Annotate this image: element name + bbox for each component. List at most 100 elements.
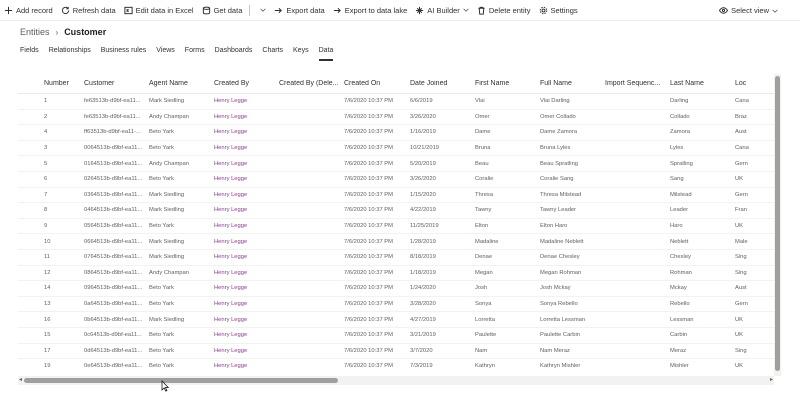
column-header[interactable]: Created By (Dele... <box>279 80 344 87</box>
column-header[interactable]: Agent Name <box>149 80 214 87</box>
scroll-right-icon[interactable]: ▸ <box>770 377 773 384</box>
scroll-left-icon[interactable]: ◂ <box>19 377 22 384</box>
column-header[interactable]: Customer <box>84 80 149 87</box>
created-by-link[interactable]: Henry Legge <box>214 254 279 260</box>
table-row[interactable]: 7 0364513b-d9bf-ea11... Mark Siedling Henry… <box>18 188 774 204</box>
eye-icon <box>719 7 729 14</box>
table-cell: 0964513b-d9bf-ea11... <box>84 285 143 292</box>
vertical-scroll-thumb[interactable] <box>775 76 780 371</box>
table-cell: 0c64513b-d9bf-ea11... <box>84 332 142 339</box>
table-row[interactable]: 11 0764513b-d9bf-ea11... Mark Siedling Henr… <box>18 250 774 266</box>
created-by-link[interactable]: Henry Legge <box>214 98 279 104</box>
table-cell: Cana <box>735 98 749 105</box>
table-cell: 1/28/2019 <box>410 238 436 245</box>
tab-keys[interactable]: Keys <box>293 47 309 61</box>
tab-data[interactable]: Data <box>318 47 333 61</box>
tab-fields[interactable]: Fields <box>20 47 39 61</box>
table-row[interactable]: 1 fe63513b-d9bf-ea11... Mark Siedling Henry… <box>18 94 774 110</box>
table-cell: 0564513b-d9bf-ea11... <box>84 223 143 230</box>
vertical-scrollbar[interactable] <box>774 74 781 376</box>
column-header[interactable]: Created By <box>214 80 279 87</box>
horizontal-scrollbar[interactable]: ◂ ▸ <box>18 376 774 385</box>
tab-dashboards[interactable]: Dashboards <box>215 47 253 61</box>
created-by-link[interactable]: Henry Legge <box>214 223 279 229</box>
table-cell: Josh Mckay <box>540 285 571 292</box>
table-cell: Collado <box>670 113 690 120</box>
table-row[interactable]: 16 0b64513b-d9bf-ea11... Mark Siedling Henr… <box>18 312 774 328</box>
tab-forms[interactable]: Forms <box>185 47 205 61</box>
created-by-link[interactable]: Henry Legge <box>214 301 279 307</box>
select-view-dropdown[interactable]: Select view <box>715 0 782 21</box>
created-by-link[interactable]: Henry Legge <box>214 114 279 120</box>
settings-button[interactable]: Settings <box>535 0 582 21</box>
column-header[interactable]: Loc <box>735 80 765 87</box>
table-row[interactable]: 2 fe63513b-d9bf-ea11... Andy Champan Henry … <box>18 110 774 126</box>
column-header[interactable]: Full Name <box>540 80 605 87</box>
column-header[interactable]: Import Sequenc... <box>605 80 670 87</box>
table-row[interactable]: 6 0264513b-d9bf-ea11... Beto Yark Henry Leg… <box>18 172 774 188</box>
table-row[interactable]: 9 0564513b-d9bf-ea11... Beto Yark Henry Leg… <box>18 219 774 235</box>
table-cell: 0664513b-d9bf-ea11... <box>84 238 143 245</box>
created-by-link[interactable]: Henry Legge <box>214 332 279 338</box>
table-cell: Mckay <box>670 285 687 292</box>
table-row[interactable]: 4 ff63513b-d9bf-ea11-... Beto Yark Henry Le… <box>18 125 774 141</box>
created-by-link[interactable]: Henry Legge <box>214 239 279 245</box>
table-row[interactable]: 19 0e64513b-d9bf-ea11... Beto Yark Henry Le… <box>18 359 774 374</box>
table-cell: Aust <box>735 285 747 292</box>
table-cell: 2 <box>44 113 48 120</box>
refresh-icon <box>61 6 69 14</box>
excel-icon <box>124 6 133 14</box>
add-record-button[interactable]: Add record <box>0 0 57 21</box>
delete-entity-button[interactable]: Delete entity <box>473 0 535 21</box>
created-by-link[interactable]: Henry Legge <box>214 176 279 182</box>
tab-views[interactable]: Views <box>156 47 175 61</box>
table-cell: 0d64513b-d9bf-ea11... <box>84 347 143 354</box>
table-row[interactable]: 10 0664513b-d9bf-ea11... Mark Siedling Henr… <box>18 234 774 250</box>
created-by-link[interactable]: Henry Legge <box>214 161 279 167</box>
tab-business-rules[interactable]: Business rules <box>101 47 147 61</box>
created-by-link[interactable]: Henry Legge <box>214 129 279 135</box>
tab-charts[interactable]: Charts <box>262 47 283 61</box>
created-by-link[interactable]: Henry Legge <box>214 192 279 198</box>
table-cell: 0a64513b-d9bf-ea11... <box>84 301 143 308</box>
column-header[interactable]: Created On <box>344 80 410 87</box>
table-cell: 1/24/2020 <box>410 285 436 292</box>
table-row[interactable]: 17 0d64513b-d9bf-ea11... Beto Yark Henry Le… <box>18 344 774 360</box>
created-by-link[interactable]: Henry Legge <box>214 363 279 369</box>
tab-relationships[interactable]: Relationships <box>49 47 91 61</box>
table-cell: Beto Yark <box>149 129 174 136</box>
created-by-link[interactable]: Henry Legge <box>214 348 279 354</box>
table-cell: Nam <box>475 347 488 354</box>
created-by-link[interactable]: Henry Legge <box>214 145 279 151</box>
edit-in-excel-button[interactable]: Edit data in Excel <box>120 0 198 21</box>
table-row[interactable]: 5 0164513b-d9bf-ea11... Andy Champan Henry … <box>18 156 774 172</box>
export-data-button[interactable]: Export data <box>270 0 328 21</box>
created-by-link[interactable]: Henry Legge <box>214 270 279 276</box>
table-cell: 7/3/2019 <box>410 363 433 370</box>
column-header[interactable]: Last Name <box>670 80 735 87</box>
horizontal-scroll-thumb[interactable] <box>24 378 338 383</box>
column-header[interactable]: First Name <box>475 80 540 87</box>
table-row[interactable]: 8 0464513b-d9bf-ea11... Mark Siedling Henry… <box>18 203 774 219</box>
created-by-link[interactable]: Henry Legge <box>214 317 279 323</box>
get-data-dropdown[interactable] <box>253 0 270 21</box>
table-row[interactable]: 15 0c64513b-d9bf-ea11... Beto Yark Henry Le… <box>18 328 774 344</box>
table-cell: Nam Meraz <box>540 347 570 354</box>
ai-builder-button[interactable]: AI Builder <box>411 0 473 21</box>
table-row[interactable]: 12 0864513b-d9bf-ea11... Andy Champan Henry… <box>18 266 774 282</box>
get-data-button[interactable]: Get data <box>198 0 247 21</box>
created-by-link[interactable]: Henry Legge <box>214 285 279 291</box>
table-row[interactable]: 13 0a64513b-d9bf-ea11... Beto Yark Henry Le… <box>18 297 774 313</box>
export-to-data-lake-button[interactable]: Export to data lake <box>329 0 412 21</box>
data-grid: Number Customer Agent Name Created By Create… <box>18 74 774 374</box>
created-by-link[interactable]: Henry Legge <box>214 207 279 213</box>
table-cell: Coralie <box>475 176 494 183</box>
refresh-data-button[interactable]: Refresh data <box>57 0 120 21</box>
breadcrumb-entities-link[interactable]: Entities <box>20 27 50 37</box>
column-header[interactable]: Date Joined <box>410 80 475 87</box>
table-row[interactable]: 3 0064513b-d9bf-ea11... Beto Yark Henry Leg… <box>18 141 774 157</box>
table-row[interactable]: 14 0964513b-d9bf-ea11... Beto Yark Henry Le… <box>18 281 774 297</box>
column-header[interactable]: Number <box>18 80 84 87</box>
table-cell: Fran <box>735 207 747 214</box>
table-cell: Paulette Carbin <box>540 332 580 339</box>
